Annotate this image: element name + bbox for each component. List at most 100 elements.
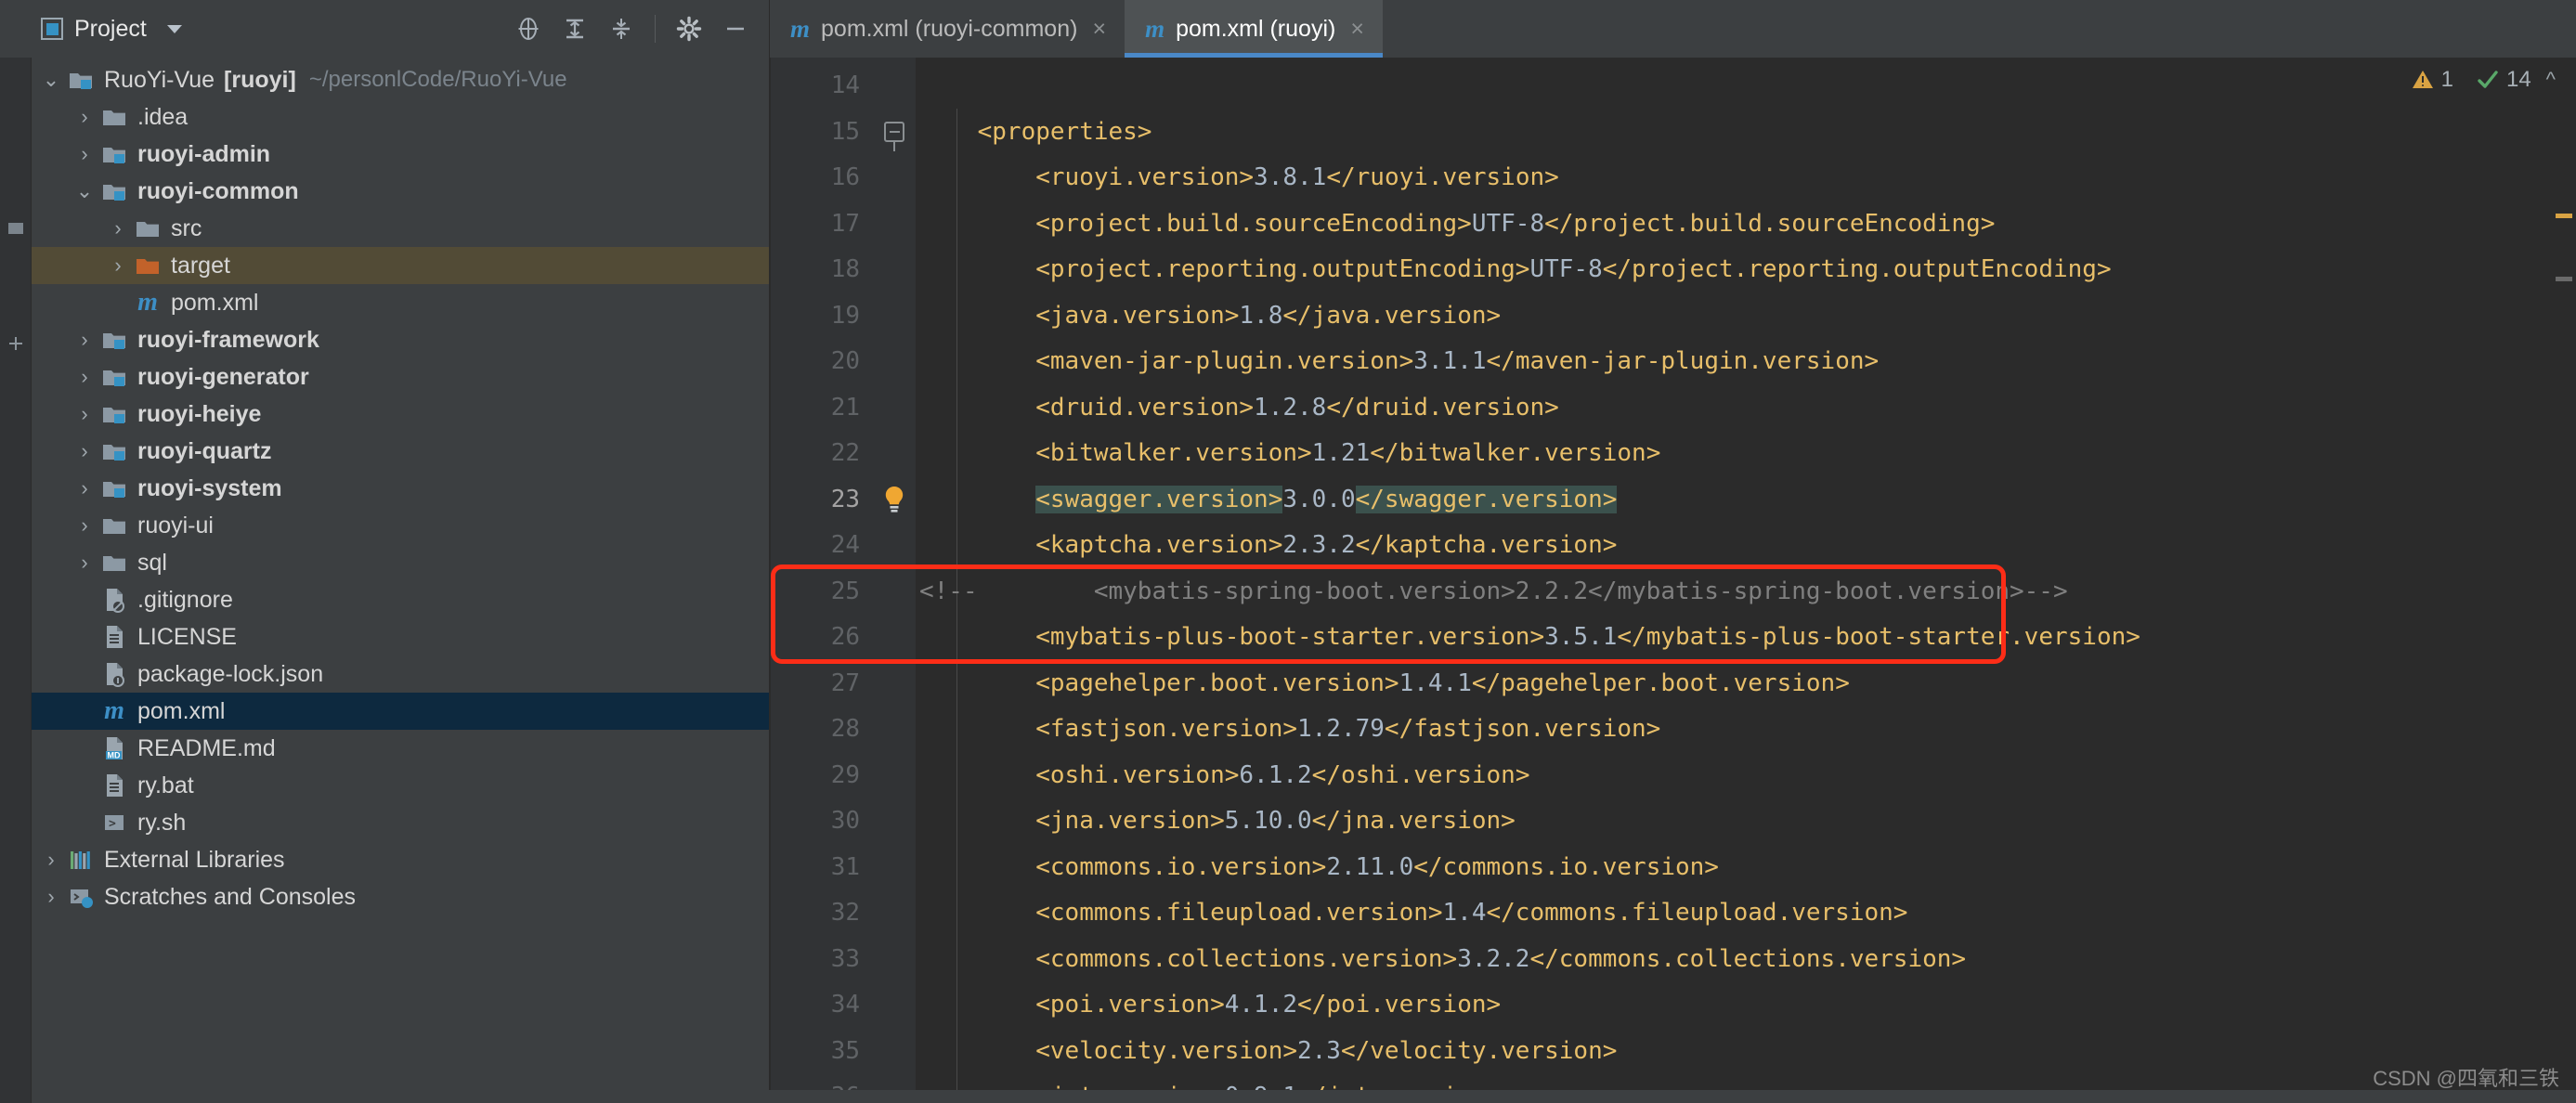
line-number[interactable]: 31 (771, 845, 873, 891)
code-editor[interactable]: 14 15 16 17 18 19 20 21 22 23 24 25 26 27 28 29 30 31 32 33… (771, 58, 2576, 1103)
project-title-group[interactable]: Project (41, 16, 182, 43)
tree-row-gitignore[interactable]: .gitignore (32, 581, 769, 618)
line-number[interactable]: 33 (771, 937, 873, 983)
chevron-right-icon[interactable]: › (71, 439, 98, 463)
code-line[interactable]: <java.version>1.8</java.version> (916, 293, 2576, 340)
code-line[interactable]: <velocity.version>2.3</velocity.version> (916, 1029, 2576, 1075)
tree-row-ruoyi-heiye[interactable]: › ruoyi-heiye (32, 396, 769, 433)
line-number[interactable]: 23 (771, 477, 873, 524)
code-line[interactable]: <pagehelper.boot.version>1.4.1</pagehelp… (916, 661, 2576, 707)
code-line[interactable]: <project.reporting.outputEncoding>UTF-8<… (916, 247, 2576, 293)
tree-row-ruoyi-generator[interactable]: › ruoyi-generator (32, 358, 769, 396)
code-line[interactable]: <ruoyi.version>3.8.1</ruoyi.version> (916, 155, 2576, 201)
line-number[interactable]: 19 (771, 293, 873, 340)
tree-row-external-libraries[interactable]: › External Libraries (32, 841, 769, 878)
inspection-widget[interactable]: 1 14 ^ (2411, 67, 2556, 93)
stripe-plus-icon[interactable] (7, 334, 25, 353)
code-line[interactable]: <commons.collections.version>3.2.2</comm… (916, 937, 2576, 983)
chevron-up-icon[interactable]: ^ (2546, 68, 2556, 92)
code-content[interactable]: <properties> <ruoyi.version>3.8.1</ruoyi… (916, 58, 2576, 1103)
chevron-right-icon[interactable]: › (104, 216, 132, 240)
tree-row-package-lock-json[interactable]: package-lock.json (32, 655, 769, 693)
code-line[interactable]: <commons.fileupload.version>1.4</commons… (916, 890, 2576, 937)
code-line[interactable]: <jna.version>5.10.0</jna.version> (916, 798, 2576, 845)
line-number[interactable]: 14 (771, 63, 873, 110)
chevron-right-icon[interactable]: › (71, 328, 98, 352)
code-line[interactable]: <fastjson.version>1.2.79</fastjson.versi… (916, 707, 2576, 753)
line-number[interactable]: 15 (771, 110, 873, 156)
tree-row-scratches-and-consoles[interactable]: › Scratches and Consoles (32, 878, 769, 915)
line-number[interactable]: 28 (771, 707, 873, 753)
chevron-right-icon[interactable]: › (37, 848, 65, 872)
code-line[interactable]: <swagger.version>3.0.0</swagger.version> (916, 477, 2576, 524)
close-icon[interactable]: × (1092, 17, 1106, 41)
tree-row-idea[interactable]: › .idea (32, 98, 769, 136)
line-number[interactable]: 27 (771, 661, 873, 707)
line-number[interactable]: 34 (771, 982, 873, 1029)
line-number[interactable]: 35 (771, 1029, 873, 1075)
line-number[interactable]: 29 (771, 753, 873, 799)
tree-row-ruoyi-framework[interactable]: › ruoyi-framework (32, 321, 769, 358)
code-line[interactable] (916, 63, 2576, 110)
line-number[interactable]: 18 (771, 247, 873, 293)
chevron-right-icon[interactable]: › (71, 476, 98, 500)
chevron-right-icon[interactable]: › (71, 513, 98, 538)
chevron-right-icon[interactable]: › (71, 402, 98, 426)
gutter-warning-mark[interactable] (2556, 214, 2572, 218)
fold-collapse-icon[interactable] (884, 121, 904, 151)
chevron-right-icon[interactable]: › (71, 142, 98, 166)
code-line[interactable]: <kaptcha.version>2.3.2</kaptcha.version> (916, 523, 2576, 569)
line-number[interactable]: 21 (771, 385, 873, 432)
code-line[interactable]: <mybatis-plus-boot-starter.version>3.5.1… (916, 615, 2576, 661)
intention-bulb-icon[interactable] (880, 485, 908, 516)
chevron-right-icon[interactable]: › (71, 551, 98, 575)
chevron-right-icon[interactable]: › (71, 365, 98, 389)
warning-indicator[interactable]: 1 (2411, 67, 2453, 93)
code-line[interactable]: <druid.version>1.2.8</druid.version> (916, 385, 2576, 432)
line-number[interactable]: 30 (771, 798, 873, 845)
chevron-right-icon[interactable]: › (37, 885, 65, 909)
tree-row-sql[interactable]: › sql (32, 544, 769, 581)
tree-row-readme-md[interactable]: MD README.md (32, 730, 769, 767)
code-folding-gutter[interactable] (873, 58, 916, 1103)
close-icon[interactable]: × (1350, 17, 1364, 41)
chevron-right-icon[interactable]: › (104, 253, 132, 278)
line-number[interactable]: 20 (771, 339, 873, 385)
code-line[interactable]: <!-- <mybatis-spring-boot.version>2.2.2<… (916, 569, 2576, 616)
line-number[interactable]: 22 (771, 431, 873, 477)
chevron-down-icon[interactable] (166, 24, 182, 33)
tree-row-target[interactable]: › target (32, 247, 769, 284)
tree-row-src[interactable]: › src (32, 210, 769, 247)
hide-toolwindow-icon[interactable] (722, 16, 748, 42)
tree-row-ruoyi-ui[interactable]: › ruoyi-ui (32, 507, 769, 544)
tree-row-ruoyi-system[interactable]: › ruoyi-system (32, 470, 769, 507)
line-number[interactable]: 17 (771, 201, 873, 248)
tree-row-ry-sh[interactable]: > ry.sh (32, 804, 769, 841)
ok-indicator[interactable]: 14 (2476, 67, 2531, 93)
code-line[interactable]: <poi.version>4.1.2</poi.version> (916, 982, 2576, 1029)
chevron-right-icon[interactable]: › (71, 105, 98, 129)
gear-icon[interactable] (676, 16, 702, 42)
tree-row-ruoyi-quartz[interactable]: › ruoyi-quartz (32, 433, 769, 470)
line-number[interactable]: 32 (771, 890, 873, 937)
tree-row-ry-bat[interactable]: ry.bat (32, 767, 769, 804)
chevron-down-icon[interactable]: ⌄ (37, 68, 65, 92)
chevron-down-icon[interactable]: ⌄ (71, 179, 98, 203)
tree-row-pom-xml[interactable]: m pom.xml (32, 693, 769, 730)
line-number[interactable]: 24 (771, 523, 873, 569)
code-line[interactable]: <bitwalker.version>1.21</bitwalker.versi… (916, 431, 2576, 477)
gutter-mark[interactable] (2556, 277, 2572, 281)
code-line[interactable]: <maven-jar-plugin.version>3.1.1</maven-j… (916, 339, 2576, 385)
code-line[interactable]: <project.build.sourceEncoding>UTF-8</pro… (916, 201, 2576, 248)
tree-row-pom-xml[interactable]: m pom.xml (32, 284, 769, 321)
code-line[interactable]: <commons.io.version>2.11.0</commons.io.v… (916, 845, 2576, 891)
expand-all-icon[interactable] (562, 16, 588, 42)
line-number[interactable]: 16 (771, 155, 873, 201)
editor-tab-pom-ruoyi[interactable]: m pom.xml (ruoyi) × (1125, 0, 1383, 58)
code-line[interactable]: <properties> (916, 110, 2576, 156)
tree-row-ruoyi-admin[interactable]: › ruoyi-admin (32, 136, 769, 173)
collapse-all-icon[interactable] (608, 16, 634, 42)
tree-row-ruoyi-common[interactable]: ⌄ ruoyi-common (32, 173, 769, 210)
line-number[interactable]: 25 (771, 569, 873, 616)
tree-row-license[interactable]: LICENSE (32, 618, 769, 655)
